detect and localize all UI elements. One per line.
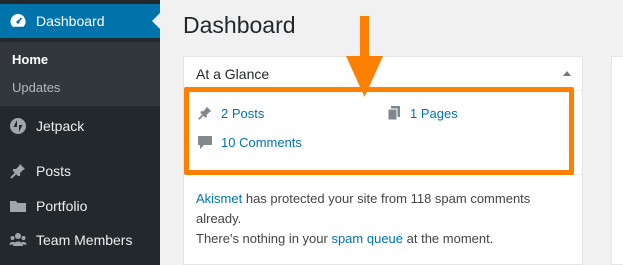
highlight-box: [184, 87, 574, 175]
spam-suffix: at the moment.: [403, 231, 494, 246]
dashboard-submenu: Home Updates: [0, 42, 160, 106]
team-icon: [8, 230, 28, 250]
sidebar-item-posts[interactable]: Posts: [0, 154, 160, 188]
widget-title: At a Glance: [196, 65, 270, 82]
admin-sidebar: Dashboard Home Updates Jetpack Posts Por…: [0, 0, 160, 265]
sidebar-item-label: Team Members: [36, 232, 133, 248]
page-title: Dashboard: [183, 12, 296, 38]
submenu-item-updates[interactable]: Updates: [12, 80, 60, 95]
widget-header[interactable]: At a Glance: [184, 57, 582, 91]
akismet-text: has protected your site from 118 spam co…: [196, 191, 531, 226]
secondary-widget: [611, 56, 623, 265]
sidebar-item-label: Portfolio: [36, 198, 88, 214]
spam-prefix: There's nothing in your: [196, 231, 332, 246]
pin-icon: [8, 161, 28, 181]
akismet-link[interactable]: Akismet: [196, 191, 242, 206]
dashboard-icon: [8, 11, 28, 31]
sidebar-item-label: Jetpack: [36, 118, 85, 134]
sidebar-item-team-members[interactable]: Team Members: [0, 223, 160, 257]
folder-icon: [8, 196, 28, 216]
sidebar-item-label: Posts: [36, 163, 72, 179]
sidebar-item-label: Dashboard: [36, 13, 105, 29]
active-indicator: [152, 13, 160, 29]
akismet-status: Akismet has protected your site from 118…: [196, 189, 566, 249]
collapse-toggle-icon[interactable]: [563, 71, 571, 76]
spam-queue-link[interactable]: spam queue: [331, 231, 403, 246]
jetpack-icon: [8, 116, 28, 136]
submenu-item-home[interactable]: Home: [12, 52, 48, 67]
sidebar-item-portfolio[interactable]: Portfolio: [0, 189, 160, 223]
sidebar-item-dashboard[interactable]: Dashboard: [0, 4, 160, 38]
sidebar-item-jetpack[interactable]: Jetpack: [0, 109, 160, 143]
